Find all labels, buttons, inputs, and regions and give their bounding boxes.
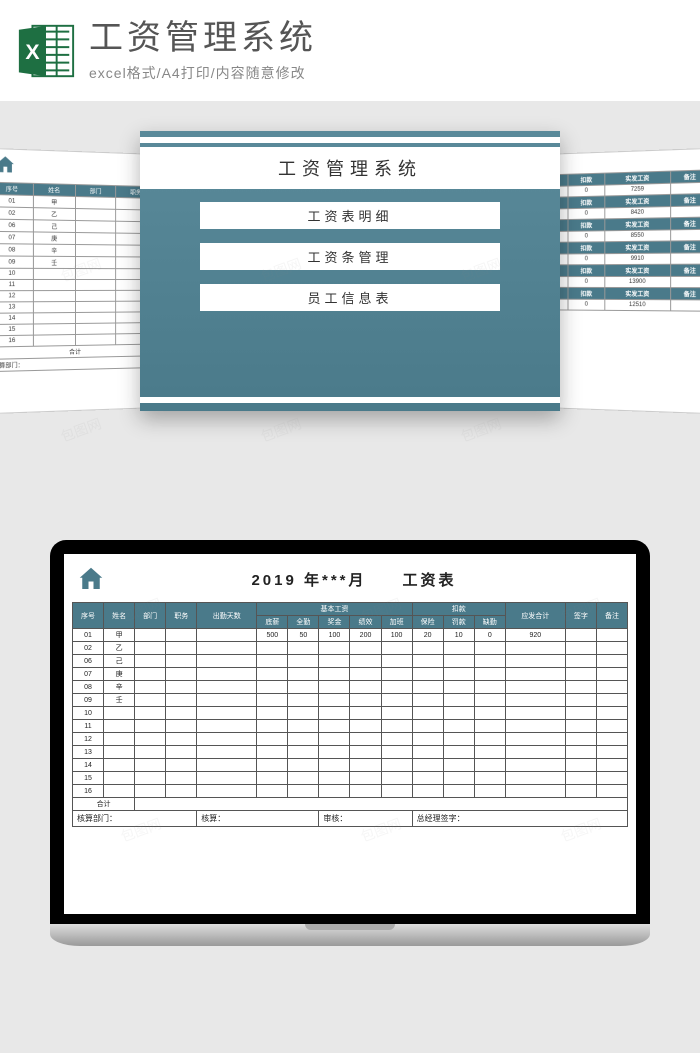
bg-sheet-left: 序号姓名部门职务 01甲02乙06己07庚08辛09壬1011121314151… bbox=[0, 148, 157, 414]
menu-btn-detail[interactable]: 工资表明细 bbox=[200, 202, 500, 229]
page-subtitle: excel格式/A4打印/内容随意修改 bbox=[89, 63, 685, 83]
page-header: X 工资管理系统 excel格式/A4打印/内容随意修改 bbox=[0, 0, 700, 101]
table-row: 02乙 bbox=[73, 642, 628, 655]
page-title: 工资管理系统 bbox=[89, 20, 685, 57]
table-row: 012510 bbox=[544, 299, 700, 311]
home-icon bbox=[0, 154, 17, 177]
svg-text:X: X bbox=[25, 40, 40, 64]
salary-sheet-title: 2019 年***月 工资表 bbox=[120, 569, 588, 590]
menu-card: 工资管理系统 工资表明细 工资条管理 员工信息表 bbox=[140, 131, 560, 411]
bg-sheet-left-table: 序号姓名部门职务 01甲02乙06己07庚08辛09壬1011121314151… bbox=[0, 182, 156, 372]
home-icon[interactable] bbox=[76, 564, 106, 594]
menu-btn-employee[interactable]: 员工信息表 bbox=[200, 284, 500, 311]
salary-table: 序号 姓名 部门 职务 出勤天数 基本工资 扣款 应发合计 签字 备注 bbox=[72, 602, 628, 827]
table-row: 补扣款实发工资备注 bbox=[544, 264, 700, 276]
table-row: 07庚 bbox=[73, 668, 628, 681]
table-row: 13 bbox=[73, 746, 628, 759]
laptop-base bbox=[50, 924, 650, 946]
table-row: 15 bbox=[73, 772, 628, 785]
table-row: 16 bbox=[73, 785, 628, 798]
table-row: 09壬 bbox=[73, 694, 628, 707]
menu-btn-slip[interactable]: 工资条管理 bbox=[200, 243, 500, 270]
table-row: 11 bbox=[73, 720, 628, 733]
table-row: 01甲5005010020010020100920 bbox=[73, 629, 628, 642]
table-row: 14 bbox=[73, 759, 628, 772]
table-row: 10 bbox=[0, 269, 156, 280]
table-row: 013900 bbox=[544, 277, 700, 288]
excel-icon: X bbox=[15, 20, 77, 82]
preview-stage: 序号姓名部门职务 01甲02乙06己07庚08辛09壬1011121314151… bbox=[0, 121, 700, 491]
laptop-preview: 2019 年***月 工资表 序号 姓名 部门 职务 出勤天数 基本工资 扣款 bbox=[0, 540, 700, 946]
table-row: 06己 bbox=[73, 655, 628, 668]
table-row: 08辛 bbox=[73, 681, 628, 694]
bg-sheet-right-table: 补扣款实发工资备注07259补扣款实发工资备注08420补扣款实发工资备注085… bbox=[544, 170, 700, 312]
table-row: 09壬 bbox=[0, 256, 156, 269]
bg-sheet-right: 补扣款实发工资备注07259补扣款实发工资备注08420补扣款实发工资备注085… bbox=[543, 148, 700, 414]
menu-card-title: 工资管理系统 bbox=[140, 155, 560, 181]
laptop-screen: 2019 年***月 工资表 序号 姓名 部门 职务 出勤天数 基本工资 扣款 bbox=[50, 540, 650, 924]
table-row: 10 bbox=[73, 707, 628, 720]
table-row: 12 bbox=[73, 733, 628, 746]
